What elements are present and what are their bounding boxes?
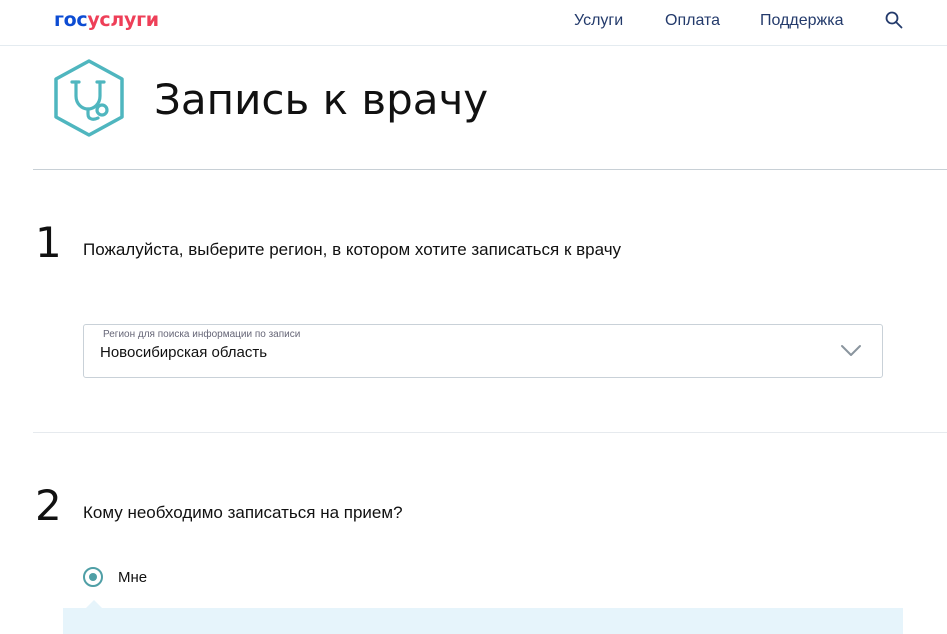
- search-icon[interactable]: [885, 11, 903, 29]
- region-select[interactable]: Регион для поиска информации по записи Н…: [83, 324, 883, 378]
- region-select-value: Новосибирская область: [100, 344, 268, 361]
- logo-part-uslugi: услуги: [87, 9, 159, 31]
- gosuslugi-logo[interactable]: госуслуги: [54, 9, 159, 31]
- step-1-question: Пожалуйста, выберите регион, в котором х…: [83, 240, 622, 259]
- region-select-label: Регион для поиска информации по записи: [103, 329, 301, 340]
- radio-dot: [89, 573, 97, 581]
- stethoscope-icon: [54, 59, 124, 137]
- nav-link-services[interactable]: Услуги: [574, 12, 623, 30]
- page: госуслуги Услуги Оплата Поддержка Запись…: [0, 0, 947, 634]
- step-2-question: Кому необходимо записаться на прием?: [83, 503, 403, 522]
- info-panel: [63, 608, 903, 634]
- radio-option-label: Мне: [118, 569, 148, 586]
- logo-part-gos: гос: [54, 9, 88, 31]
- radio-option-me[interactable]: Мне: [83, 567, 283, 589]
- top-navigation-bar: госуслуги Услуги Оплата Поддержка: [0, 0, 947, 46]
- radio-checked-icon[interactable]: [83, 567, 103, 587]
- step-2-number: 2: [35, 481, 62, 530]
- nav-link-support[interactable]: Поддержка: [760, 12, 843, 30]
- step-1-number: 1: [35, 218, 62, 267]
- nav-link-payment[interactable]: Оплата: [665, 12, 720, 30]
- chevron-down-icon[interactable]: [840, 344, 862, 358]
- section-divider: [33, 432, 947, 433]
- section-divider: [33, 169, 947, 170]
- info-panel-pointer: [86, 600, 102, 608]
- page-title: Запись к врачу: [154, 75, 489, 124]
